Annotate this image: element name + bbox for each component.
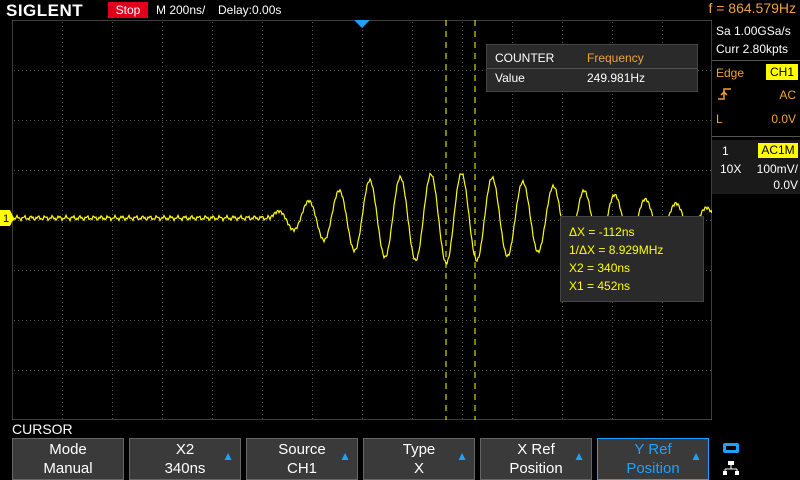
- sample-rate: Sa 1.00GSa/s: [716, 24, 791, 38]
- counter-value: 249.981Hz: [587, 71, 646, 85]
- softkey-x-ref[interactable]: X Ref Position ▲: [480, 438, 592, 480]
- svg-text:1: 1: [3, 213, 9, 225]
- trigger-rising-edge-icon: [718, 88, 731, 100]
- softkey-mode[interactable]: Mode Manual: [12, 438, 124, 480]
- trigger-source[interactable]: CH1: [766, 64, 798, 80]
- trigger-type[interactable]: Edge: [716, 66, 744, 80]
- channel-1-info[interactable]: 1 AC1M 10X 100mV/ 0.0V: [712, 140, 800, 194]
- menu-title: CURSOR: [12, 421, 73, 437]
- cursor-x1-value: X1 = 452ns: [569, 279, 631, 293]
- delay-readout: Delay:0.00s: [218, 3, 282, 17]
- right-info-panel: Sa 1.00GSa/s Curr 2.80kpts Edge CH1 AC L…: [712, 20, 800, 440]
- softkey-value: Manual: [43, 460, 93, 477]
- softkey-type[interactable]: Type X ▲: [363, 438, 475, 480]
- softkey-arrow-icon: ▲: [339, 449, 351, 463]
- probe-attenuation: 10X: [720, 162, 742, 176]
- siglent-logo: SIGLENT: [6, 1, 84, 20]
- memory-depth: Curr 2.80kpts: [716, 42, 789, 56]
- softkey-arrow-icon: ▲: [222, 449, 234, 463]
- softkey-arrow-icon: ▲: [456, 449, 468, 463]
- vertical-offset: 0.0V: [773, 178, 798, 192]
- counter-value-label: Value: [495, 71, 525, 85]
- channel-1-ground-marker[interactable]: 1: [0, 210, 14, 226]
- softkey-label: Mode: [49, 441, 87, 458]
- counter-header-mode: Frequency: [587, 51, 644, 65]
- run-stop-badge[interactable]: Stop: [108, 2, 148, 18]
- usb-icon: [723, 443, 739, 453]
- channel-number: 1: [722, 144, 729, 158]
- top-status-bar: SIGLENT Stop M 200ns/ Delay:0.00s f = 86…: [0, 0, 800, 20]
- cursor-x2-value: X2 = 340ns: [569, 261, 631, 275]
- softkey-y-ref[interactable]: Y Ref Position ▲: [597, 438, 709, 480]
- status-icons: [718, 440, 798, 480]
- vertical-scale: 100mV/: [756, 162, 798, 176]
- cursor-inverse-delta-x: 1/ΔX = 8.929MHz: [569, 243, 664, 257]
- trigger-coupling: AC: [779, 88, 796, 102]
- network-icon: [723, 461, 739, 475]
- softkey-arrow-icon: ▲: [573, 449, 585, 463]
- counter-panel: COUNTER Frequency Value 249.981Hz: [486, 44, 698, 92]
- frequency-readout: f = 864.579Hz: [708, 0, 796, 16]
- trigger-level-label: L: [716, 112, 723, 126]
- softkey-arrow-icon: ▲: [690, 449, 702, 463]
- timebase-readout: M 200ns/: [156, 3, 206, 17]
- channel-coupling: AC1M: [758, 143, 798, 158]
- softkey-source[interactable]: Source CH1 ▲: [246, 438, 358, 480]
- cursor-delta-x: ΔX = -112ns: [569, 225, 635, 239]
- counter-header-label: COUNTER: [495, 51, 555, 65]
- trigger-level: 0.0V: [771, 112, 796, 126]
- cursor-readout-panel: ΔX = -112ns 1/ΔX = 8.929MHz X2 = 340ns X…: [560, 216, 704, 302]
- softkey-x2[interactable]: X2 340ns ▲: [129, 438, 241, 480]
